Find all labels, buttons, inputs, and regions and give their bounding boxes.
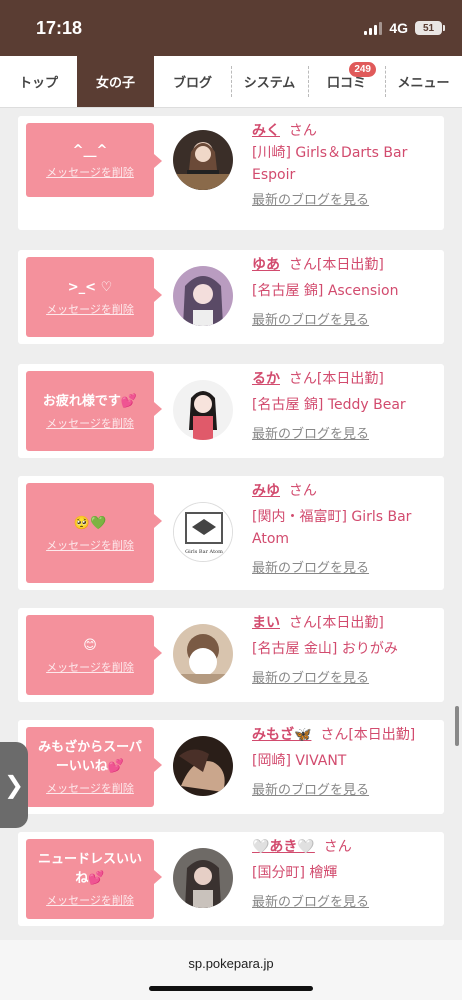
avatar[interactable] xyxy=(173,736,233,796)
delete-message-link[interactable]: メッセージを削除 xyxy=(46,537,134,553)
scrollbar[interactable] xyxy=(455,706,459,746)
latest-blog-link[interactable]: 最新のブログを見る xyxy=(252,310,442,332)
list-item: 🥺💚 メッセージを削除 Girls Bar Atom みゆ さん [関内・福富町… xyxy=(18,476,444,590)
delete-message-link[interactable]: メッセージを削除 xyxy=(46,892,134,908)
tab-girls[interactable]: 女の子 xyxy=(77,56,154,107)
profile-info: るか さん[本日出勤] [名古屋 錦] Teddy Bear 最新のブログを見る xyxy=(252,368,442,446)
avatar[interactable] xyxy=(173,380,233,440)
girl-name-link[interactable]: みゆ xyxy=(252,483,280,499)
tab-system[interactable]: システム xyxy=(231,56,308,107)
avatar[interactable] xyxy=(173,130,233,190)
message-text: 😊 xyxy=(83,637,97,653)
message-bubble: ^__^ メッセージを削除 xyxy=(26,123,162,197)
avatar-logo-text: Girls Bar Atom xyxy=(185,549,223,555)
tab-label: メニュー xyxy=(397,76,450,91)
girl-name-link[interactable]: みもざ🦋 xyxy=(252,727,311,743)
avatar[interactable] xyxy=(173,624,233,684)
list-item: ニュードレスいいね💕 メッセージを削除 🤍あき🤍 さん [国分町] 檜輝 最新の… xyxy=(18,832,444,926)
delete-message-link[interactable]: メッセージを削除 xyxy=(46,780,134,796)
message-bubble: みもざからスーパーいいね💕 メッセージを削除 xyxy=(26,727,162,807)
latest-blog-link[interactable]: 最新のブログを見る xyxy=(252,892,442,914)
message-bubble: お疲れ様です💕 メッセージを削除 xyxy=(26,371,162,451)
attendance-status: [本日出勤] xyxy=(348,727,416,743)
delete-message-link[interactable]: メッセージを削除 xyxy=(46,301,134,317)
list-item: ^__^ メッセージを削除 みく さん [川崎] Girls＆Darts Bar… xyxy=(18,116,444,230)
tab-label: ブログ xyxy=(172,76,212,91)
home-indicator[interactable] xyxy=(149,986,313,991)
reviews-count-badge: 249 xyxy=(349,62,376,77)
latest-blog-link[interactable]: 最新のブログを見る xyxy=(252,558,442,580)
message-text: みもざからスーパーいいね💕 xyxy=(38,740,142,774)
shop-name: [名古屋 錦] Teddy Bear xyxy=(252,397,406,413)
profile-info: 🤍あき🤍 さん [国分町] 檜輝 最新のブログを見る xyxy=(252,836,442,914)
honorific: さん xyxy=(288,371,317,387)
list-item: お疲れ様です💕 メッセージを削除 るか さん[本日出勤] [名古屋 錦] Ted… xyxy=(18,364,444,458)
profile-info: まい さん[本日出勤] [名古屋 金山] おりがみ 最新のブログを見る xyxy=(252,612,442,690)
tab-label: トップ xyxy=(18,76,58,91)
network-type: 4G xyxy=(389,20,408,36)
profile-info: みもざ🦋 さん[本日出勤] [岡崎] VIVANT 最新のブログを見る xyxy=(252,724,442,802)
message-text: お疲れ様です💕 xyxy=(42,393,138,409)
attendance-status: [本日出勤] xyxy=(316,615,384,631)
attendance-status: [本日出勤] xyxy=(316,257,384,273)
shop-name: [川崎] Girls＆Darts Bar Espoir xyxy=(252,145,408,183)
latest-blog-link[interactable]: 最新のブログを見る xyxy=(252,668,442,690)
girl-name-link[interactable]: 🤍あき🤍 xyxy=(252,839,315,855)
tab-top[interactable]: トップ xyxy=(0,56,77,107)
girl-name-link[interactable]: るか xyxy=(252,371,280,387)
delete-message-link[interactable]: メッセージを削除 xyxy=(46,164,134,180)
tab-blog[interactable]: ブログ xyxy=(154,56,231,107)
delete-message-link[interactable]: メッセージを削除 xyxy=(46,659,134,675)
tab-label: 女の子 xyxy=(95,76,135,91)
latest-blog-link[interactable]: 最新のブログを見る xyxy=(252,190,442,212)
message-text: >_< ♡ xyxy=(67,279,113,295)
shop-name: [名古屋 金山] おりがみ xyxy=(252,641,398,657)
avatar[interactable] xyxy=(173,266,233,326)
profile-info: みく さん [川崎] Girls＆Darts Bar Espoir 最新のブログ… xyxy=(252,120,442,212)
girl-name-link[interactable]: まい xyxy=(252,615,280,631)
message-text: 🥺💚 xyxy=(73,515,107,531)
list-item: みもざからスーパーいいね💕 メッセージを削除 みもざ🦋 さん[本日出勤] [岡崎… xyxy=(18,720,444,814)
delete-message-link[interactable]: メッセージを削除 xyxy=(46,415,134,431)
profile-info: みゆ さん [関内・福富町] Girls Bar Atom 最新のブログを見る xyxy=(252,480,442,580)
list-item: 😊 メッセージを削除 まい さん[本日出勤] [名古屋 金山] おりがみ 最新の… xyxy=(18,608,444,702)
latest-blog-link[interactable]: 最新のブログを見る xyxy=(252,424,442,446)
avatar[interactable]: Girls Bar Atom xyxy=(173,502,233,562)
honorific: さん xyxy=(288,483,317,499)
battery-icon: 51 xyxy=(415,21,445,35)
url-text: sp.pokepara.jp xyxy=(188,956,274,971)
clock: 17:18 xyxy=(36,18,83,38)
honorific: さん xyxy=(288,257,317,273)
tab-reviews[interactable]: 口コミ 249 xyxy=(308,56,385,107)
attendance-status: [本日出勤] xyxy=(316,371,384,387)
honorific: さん xyxy=(288,615,317,631)
side-drawer-toggle[interactable]: ❯ xyxy=(0,742,28,828)
cellular-signal-icon xyxy=(364,21,383,35)
profile-info: ゆあ さん[本日出勤] [名古屋 錦] Ascension 最新のブログを見る xyxy=(252,254,442,332)
status-bar: 17:18 4G 51 xyxy=(0,0,462,56)
girl-name-link[interactable]: みく xyxy=(252,123,280,139)
message-bubble: >_< ♡ メッセージを削除 xyxy=(26,257,162,337)
shop-name: [関内・福富町] Girls Bar Atom xyxy=(252,509,412,547)
chevron-right-icon: ❯ xyxy=(3,771,25,799)
shop-name: [名古屋 錦] Ascension xyxy=(252,283,399,299)
main-nav: トップ 女の子 ブログ システム 口コミ 249 メニュー xyxy=(0,56,462,108)
avatar[interactable] xyxy=(173,848,233,908)
honorific: さん xyxy=(320,727,349,743)
message-text: ^__^ xyxy=(72,142,108,158)
honorific: さん xyxy=(288,123,317,139)
message-bubble: 😊 メッセージを削除 xyxy=(26,615,162,695)
girl-name-link[interactable]: ゆあ xyxy=(252,257,280,273)
message-bubble: ニュードレスいいね💕 メッセージを削除 xyxy=(26,839,162,919)
honorific: さん xyxy=(323,839,352,855)
browser-url-bar[interactable]: sp.pokepara.jp xyxy=(0,940,462,1000)
tab-label: システム xyxy=(243,76,296,91)
tab-menu[interactable]: メニュー xyxy=(385,56,462,107)
message-bubble: 🥺💚 メッセージを削除 xyxy=(26,483,162,583)
latest-blog-link[interactable]: 最新のブログを見る xyxy=(252,780,442,802)
shop-name: [国分町] 檜輝 xyxy=(252,865,338,881)
message-text: ニュードレスいいね💕 xyxy=(37,852,142,886)
list-item: >_< ♡ メッセージを削除 ゆあ さん[本日出勤] [名古屋 錦] Ascen… xyxy=(18,250,444,344)
shop-name: [岡崎] VIVANT xyxy=(252,753,347,769)
